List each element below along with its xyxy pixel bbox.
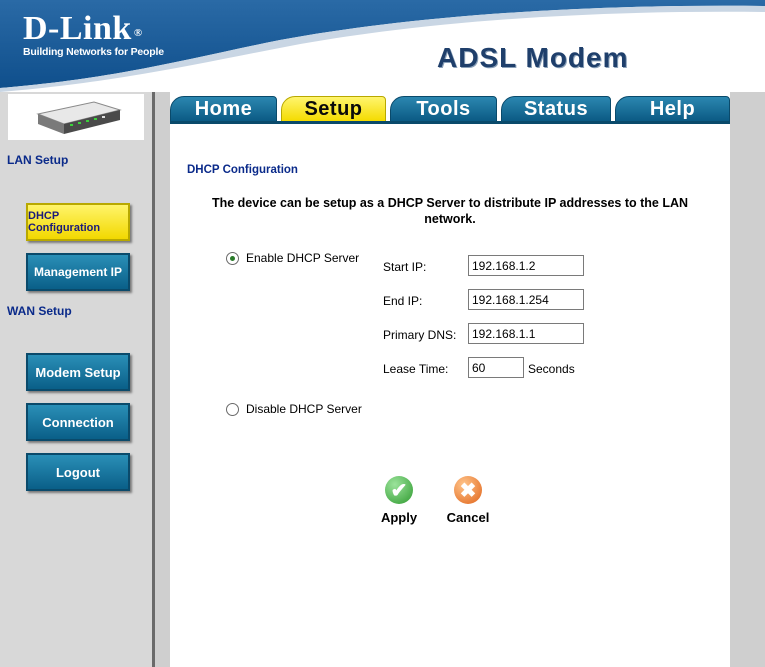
sidebar-item-management-ip[interactable]: Management IP [26, 253, 130, 291]
tab-help[interactable]: Help [615, 96, 730, 122]
start-ip-label: Start IP: [383, 260, 427, 274]
brand-name: D-Link [23, 10, 132, 47]
lease-time-unit: Seconds [528, 362, 575, 376]
registered-mark: ® [133, 27, 143, 39]
product-title: ADSL Modem [437, 42, 629, 73]
sidebar-item-modem-setup[interactable]: Modem Setup [26, 353, 130, 391]
sidebar: LAN Setup DHCP Configuration Management … [0, 92, 152, 667]
lease-time-label: Lease Time: [383, 362, 449, 376]
enable-dhcp-radio[interactable] [226, 251, 239, 265]
sidebar-item-dhcp-configuration[interactable]: DHCP Configuration [26, 203, 130, 241]
right-gutter [730, 92, 765, 667]
apply-button[interactable]: ✔ Apply [379, 476, 419, 525]
checkmark-icon: ✔ [385, 476, 413, 504]
lease-time-input[interactable] [468, 357, 524, 378]
modem-device-image [8, 94, 144, 140]
lan-setup-heading: LAN Setup [7, 153, 69, 167]
tab-setup[interactable]: Setup [281, 96, 386, 122]
start-ip-input[interactable] [468, 255, 584, 276]
dlink-logo: D-Link ® Building Networks for People [23, 10, 164, 59]
disable-dhcp-option[interactable]: Disable DHCP Server [226, 402, 362, 416]
tab-tools[interactable]: Tools [390, 96, 497, 122]
page-description: The device can be setup as a DHCP Server… [211, 196, 689, 226]
cancel-button[interactable]: ✖ Cancel [444, 476, 492, 525]
disable-dhcp-label: Disable DHCP Server [246, 402, 362, 416]
main-content: DHCP Configuration The device can be set… [170, 124, 730, 667]
disable-dhcp-radio[interactable] [226, 402, 239, 416]
brand-tagline: Building Networks for People [23, 46, 164, 58]
sidebar-item-logout[interactable]: Logout [26, 453, 130, 491]
left-gutter [155, 92, 170, 667]
end-ip-input[interactable] [468, 289, 584, 310]
apply-label: Apply [380, 510, 418, 525]
primary-dns-label: Primary DNS: [383, 328, 457, 342]
main-tabs: Home Setup Tools Status Help [170, 96, 730, 124]
page-title: DHCP Configuration [187, 164, 298, 176]
cancel-x-icon: ✖ [454, 476, 482, 504]
end-ip-label: End IP: [383, 294, 423, 308]
enable-dhcp-option[interactable]: Enable DHCP Server [226, 251, 359, 265]
page-header: D-Link ® Building Networks for People ADS… [0, 0, 765, 92]
enable-dhcp-label: Enable DHCP Server [246, 251, 360, 265]
sidebar-item-connection[interactable]: Connection [26, 403, 130, 441]
tab-home[interactable]: Home [170, 96, 277, 122]
primary-dns-input[interactable] [468, 323, 584, 344]
cancel-label: Cancel [446, 510, 490, 525]
tab-status[interactable]: Status [501, 96, 611, 122]
wan-setup-heading: WAN Setup [7, 304, 72, 318]
